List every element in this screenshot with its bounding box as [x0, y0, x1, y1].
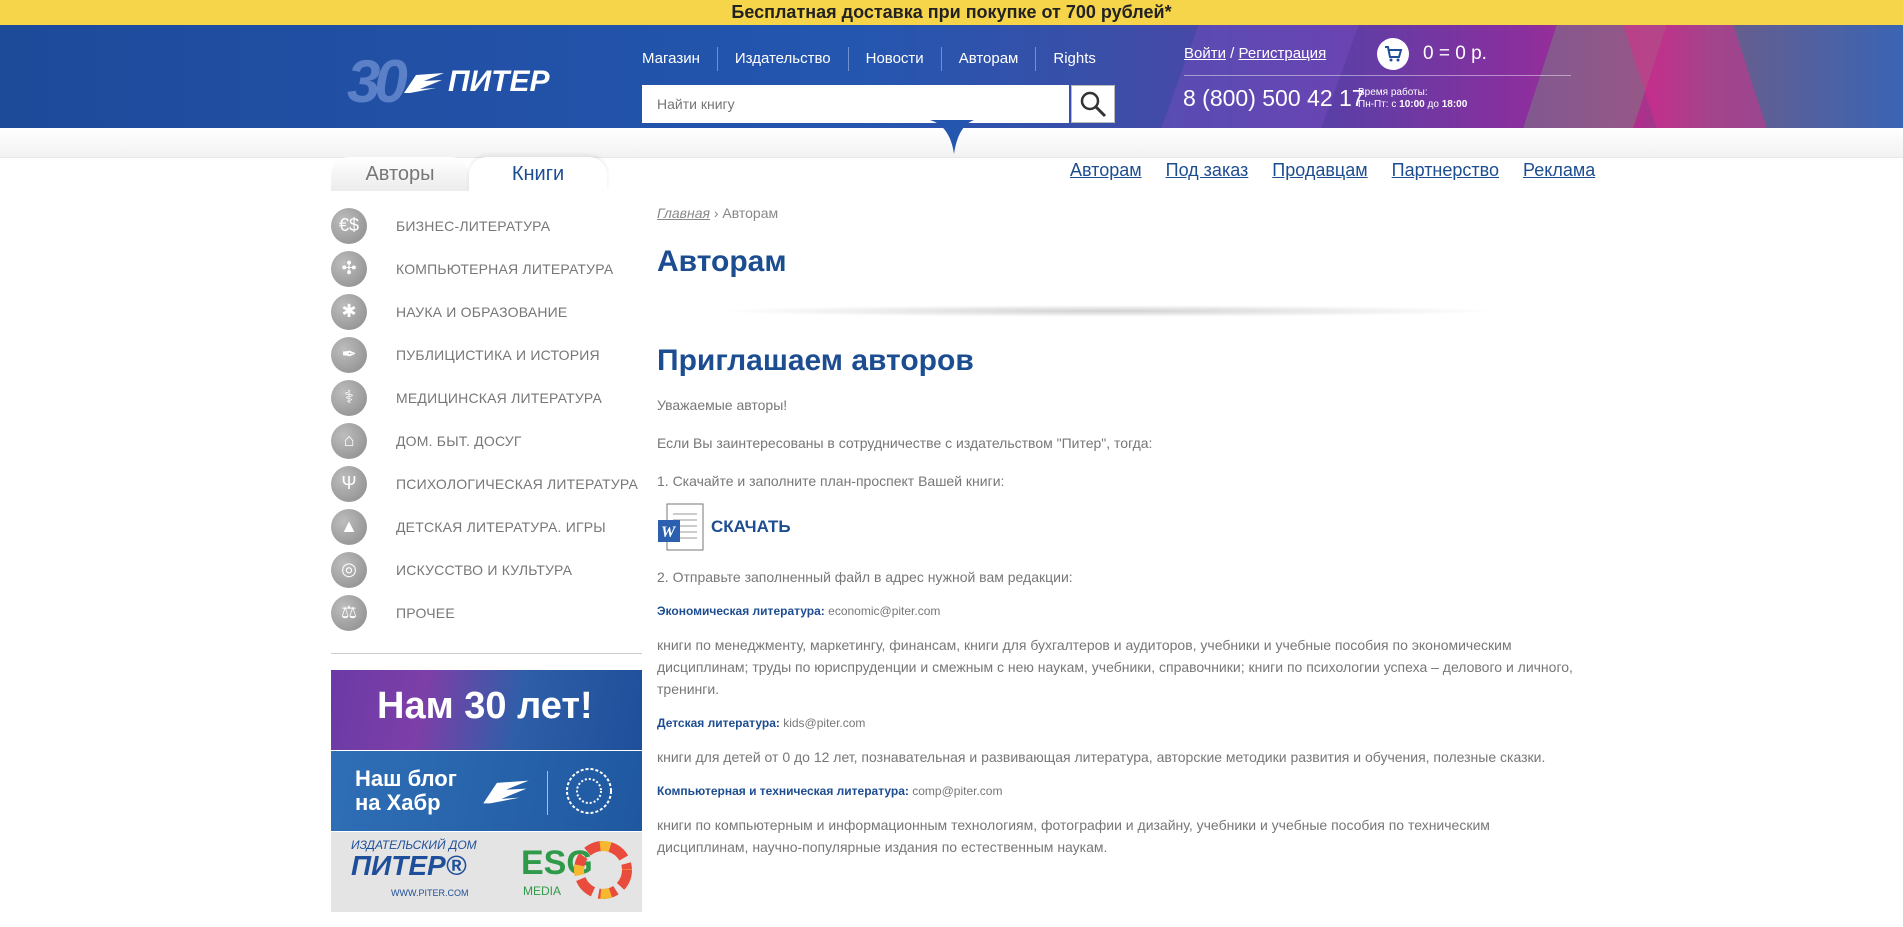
nav-shop[interactable]: Магазин	[642, 47, 717, 71]
logo-anniversary: 30	[347, 48, 408, 115]
cart-icon	[1377, 38, 1409, 70]
breadcrumb-current: Авторам	[722, 205, 779, 221]
habr-logo-icon	[566, 768, 612, 814]
category-kids[interactable]: ▲ Детская литература. Игры	[331, 505, 642, 548]
header-notch	[930, 120, 974, 154]
esg-media-banner[interactable]: ИЗДАТЕЛЬСКИЙ ДОМ ПИТЕР® WWW.PITER.COM ES…	[331, 832, 642, 912]
category-medicine[interactable]: ⚕ Медицинская литература	[331, 376, 642, 419]
link-advertising[interactable]: Реклама	[1523, 160, 1595, 181]
sidebar-tabs: Авторы Книги	[331, 157, 623, 191]
breadcrumb-home[interactable]: Главная	[657, 205, 710, 221]
auth-links: Войти / Регистрация	[1184, 45, 1326, 62]
intro-text: Если Вы заинтересованы в сотрудничестве …	[657, 435, 1153, 451]
computer-icon: ✣	[331, 250, 367, 287]
svg-text:W: W	[661, 524, 677, 541]
section-title: Приглашаем авторов	[657, 344, 974, 377]
edition-economic: Экономическая литература: economic@piter…	[657, 604, 941, 618]
login-link[interactable]: Войти	[1184, 45, 1226, 62]
step-1: 1. Скачайте и заполните план-проспект Ва…	[657, 473, 1005, 489]
nav-rights[interactable]: Rights	[1035, 47, 1113, 71]
top-nav: Магазин Издательство Новости Авторам Rig…	[642, 47, 1113, 71]
wing-icon	[404, 73, 444, 94]
title-divider	[712, 305, 1502, 317]
nav-news[interactable]: Новости	[847, 47, 941, 71]
vitruvian-icon: ✱	[331, 293, 367, 330]
search-input[interactable]	[642, 85, 1069, 123]
register-link[interactable]: Регистрация	[1239, 45, 1327, 62]
promo-banner: Бесплатная доставка при покупке от 700 р…	[0, 0, 1903, 25]
email-economic[interactable]: economic@piter.com	[828, 604, 940, 618]
wing-icon	[483, 780, 529, 804]
search-button[interactable]	[1071, 85, 1115, 123]
cart[interactable]: 0 = 0 р.	[1377, 38, 1487, 70]
habr-blog-banner[interactable]: Наш блог на Хабр	[331, 751, 642, 831]
auth-separator: /	[1230, 45, 1235, 62]
category-psychology[interactable]: Ψ Психологическая литература	[331, 462, 642, 505]
work-hours: Время работы: Пн-Пт: с 10:00 до 18:00	[1358, 87, 1468, 110]
greeting: Уважаемые авторы!	[657, 397, 788, 413]
site-logo[interactable]: 30 ПИТЕР	[347, 47, 567, 115]
tab-authors[interactable]: Авторы	[331, 157, 469, 191]
cart-total: 0 = 0 р.	[1423, 43, 1487, 64]
header: 30 ПИТЕР Магазин Издательство Новости Ав…	[0, 25, 1903, 128]
category-science[interactable]: ✱ Наука и образование	[331, 290, 642, 333]
caduceus-icon: ⚕	[331, 379, 367, 416]
category-art[interactable]: ◎ Искусство и культура	[331, 548, 642, 591]
category-business[interactable]: €$ Бизнес-литература	[331, 204, 642, 247]
pyramid-toy-icon: ▲	[331, 508, 367, 545]
column-icon: ◎	[331, 551, 367, 588]
email-kids[interactable]: kids@piter.com	[783, 716, 865, 730]
category-home[interactable]: ⌂ Дом. Быт. Досуг	[331, 419, 642, 462]
anniversary-banner[interactable]: Нам 30 лет!	[331, 670, 642, 750]
edition-kids-desc: книги для детей от 0 до 12 лет, познават…	[657, 749, 1546, 765]
house-icon: ⌂	[331, 422, 367, 459]
magnifier-icon	[1080, 91, 1107, 118]
category-history[interactable]: ✒ Публицистика и история	[331, 333, 642, 376]
main-content: Главная › Авторам Авторам Приглашаем авт…	[657, 205, 1577, 858]
nav-authors[interactable]: Авторам	[940, 47, 1036, 71]
email-computer[interactable]: comp@piter.com	[912, 784, 1002, 798]
breadcrumb: Главная › Авторам	[657, 205, 779, 221]
page-title: Авторам	[657, 245, 787, 278]
link-sellers[interactable]: Продавцам	[1272, 160, 1367, 181]
edition-kids: Детская литература: kids@piter.com	[657, 716, 866, 730]
secondary-nav: Авторам Под заказ Продавцам Партнерство …	[1070, 160, 1619, 181]
download-button[interactable]: W СКАЧАТЬ	[657, 502, 1577, 552]
phone-number[interactable]: 8 (800) 500 42 17	[1183, 85, 1365, 112]
step-2: 2. Отправьте заполненный файл в адрес ну…	[657, 569, 1073, 585]
tab-books[interactable]: Книги	[469, 157, 607, 191]
psi-icon: Ψ	[331, 465, 367, 502]
nav-publisher[interactable]: Издательство	[716, 47, 848, 71]
edition-economic-desc: книги по менеджменту, маркетингу, финанс…	[657, 637, 1573, 697]
category-other[interactable]: ⚖ Прочее	[331, 591, 642, 634]
link-partnership[interactable]: Партнерство	[1392, 160, 1499, 181]
scales-icon: ⚖	[331, 594, 367, 631]
dollar-icon: €$	[331, 207, 367, 244]
logo-wordmark: ПИТЕР	[402, 65, 550, 99]
category-list: €$ Бизнес-литература ✣ Компьютерная литера…	[331, 204, 642, 634]
edition-computer: Компьютерная и техническая литература: c…	[657, 784, 1003, 798]
quill-icon: ✒	[331, 336, 367, 373]
esg-wheel-icon	[574, 841, 632, 899]
link-preorder[interactable]: Под заказ	[1166, 160, 1249, 181]
word-doc-icon: W	[658, 503, 704, 551]
search-box	[642, 85, 1115, 123]
edition-computer-desc: книги по компьютерным и информационным т…	[657, 817, 1490, 855]
link-authors[interactable]: Авторам	[1070, 160, 1142, 181]
category-computer[interactable]: ✣ Компьютерная литература	[331, 247, 642, 290]
